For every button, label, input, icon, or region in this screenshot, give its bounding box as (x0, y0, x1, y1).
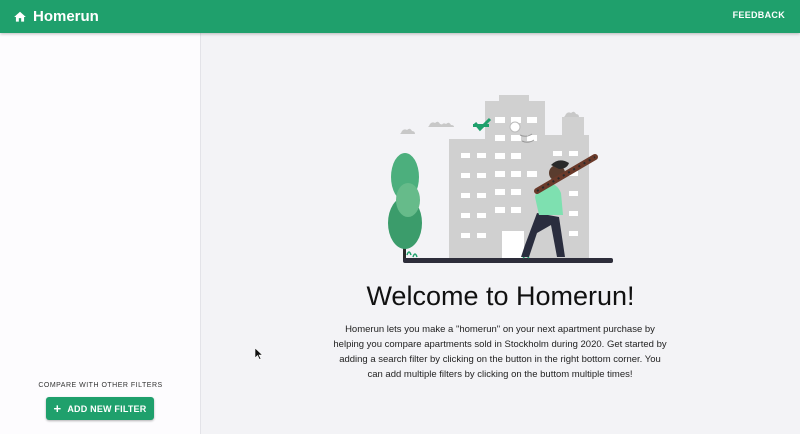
welcome-title: Welcome to Homerun! (366, 281, 635, 311)
app-bar: Homerun FEEDBACK (0, 0, 800, 33)
home-icon (14, 11, 26, 22)
compare-label: COMPARE WITH OTHER FILTERS (38, 382, 163, 389)
welcome-description: Homerun lets you make a "homerun" on you… (333, 324, 667, 380)
add-new-filter-label: ADD NEW FILTER (67, 403, 147, 414)
baseball-city-illustration (388, 95, 613, 263)
sidebar: COMPARE WITH OTHER FILTERS + ADD NEW FIL… (0, 33, 201, 434)
feedback-button[interactable]: FEEDBACK (733, 10, 785, 20)
add-new-filter-button[interactable]: + ADD NEW FILTER (46, 397, 154, 420)
home-button[interactable]: Homerun (13, 0, 99, 33)
app-title: Homerun (33, 8, 99, 25)
main-content: Welcome to Homerun! Homerun lets you mak… (201, 33, 800, 434)
mouse-cursor-icon (255, 348, 263, 360)
plus-icon: + (53, 401, 62, 416)
